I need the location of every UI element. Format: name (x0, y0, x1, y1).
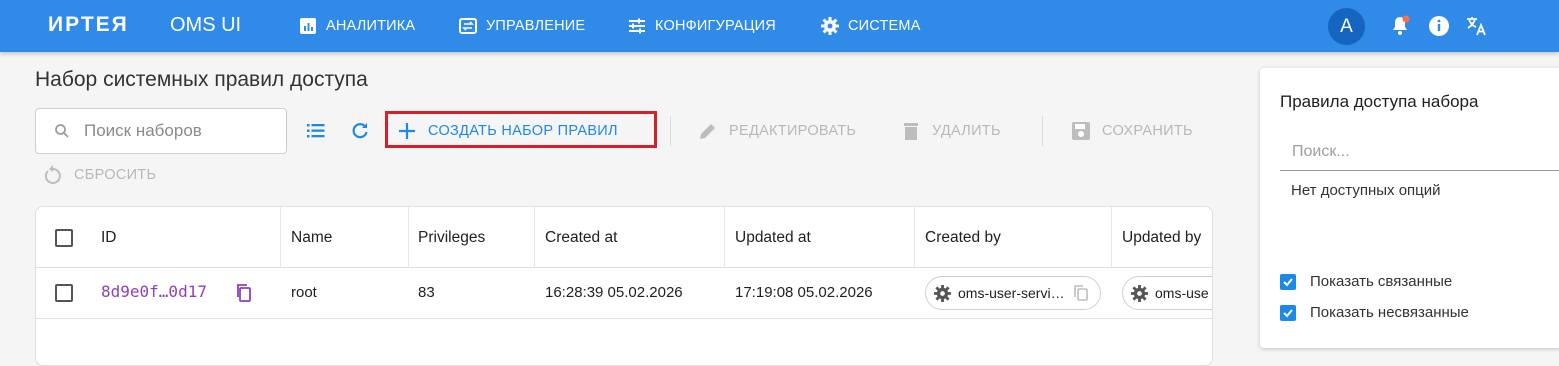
empty-options-text: Нет доступных опций (1291, 182, 1441, 199)
copy-icon[interactable] (1073, 284, 1089, 302)
column-header-created-at[interactable]: Created at (545, 229, 617, 247)
nav-system-label: СИСТЕМА (848, 18, 921, 34)
rulesets-table: ID Name Privileges Created at Updated at… (35, 206, 1213, 366)
reset-icon (44, 165, 61, 184)
toolbar-divider (1042, 116, 1043, 146)
save-label: СОХРАНИТЬ (1102, 123, 1193, 139)
app-name: OMS UI (170, 14, 242, 36)
checkbox-checked-icon[interactable] (1280, 304, 1296, 321)
nav-system[interactable]: СИСТЕМА (820, 0, 921, 52)
column-header-privileges[interactable]: Privileges (418, 229, 485, 247)
nav-analytics[interactable]: АНАЛИТИКА (298, 0, 415, 52)
show-linked-label: Показать связанные (1310, 273, 1453, 290)
user-avatar[interactable]: A (1328, 8, 1365, 45)
column-header-id[interactable]: ID (101, 229, 117, 247)
panel-title: Правила доступа набора (1280, 92, 1479, 111)
edit-button[interactable]: РЕДАКТИРОВАТЬ (697, 118, 856, 144)
gear-icon (933, 284, 952, 302)
refresh-icon[interactable] (348, 119, 372, 143)
plus-icon (399, 123, 415, 139)
page-title: Набор системных правил доступа (35, 68, 368, 91)
panel-search-underline (1280, 170, 1559, 171)
search-icon (55, 124, 69, 138)
toolbar-divider (670, 116, 671, 146)
header-divider (36, 267, 1212, 268)
column-separator (408, 207, 409, 267)
row-created-at: 16:28:39 05.02.2026 (545, 284, 683, 301)
row-name: root (291, 284, 317, 301)
delete-button[interactable]: УДАЛИТЬ (900, 118, 1001, 144)
translate-icon[interactable] (1464, 14, 1488, 38)
show-unlinked-toggle[interactable]: Показать несвязанные (1280, 304, 1469, 321)
row-updated-at: 17:19:08 05.02.2026 (735, 284, 873, 301)
column-separator (914, 207, 915, 267)
info-icon[interactable] (1427, 14, 1451, 38)
row-id: 8d9e0f…0d17 (101, 282, 207, 301)
create-ruleset-button[interactable]: СОЗДАТЬ НАБОР ПРАВИЛ (396, 118, 618, 144)
edit-label: РЕДАКТИРОВАТЬ (729, 123, 857, 139)
save-icon (1072, 122, 1090, 140)
list-view-icon[interactable] (304, 119, 328, 143)
gear-icon (1130, 284, 1149, 302)
row-checkbox[interactable] (55, 284, 73, 302)
top-app-bar: ИРТЕЯ OMS UI АНАЛИТИКА УПРАВЛЕНИЕ КОНФИГ… (0, 0, 1559, 52)
delete-label: УДАЛИТЬ (932, 123, 1001, 139)
show-unlinked-label: Показать несвязанные (1310, 304, 1469, 321)
column-separator (280, 207, 281, 267)
swap-icon (459, 18, 477, 34)
created-by-chip[interactable]: oms-user-servi… (925, 276, 1101, 310)
search-input[interactable] (84, 119, 274, 143)
nav-configuration[interactable]: КОНФИГУРАЦИЯ (627, 0, 776, 52)
checkbox-checked-icon[interactable] (1280, 273, 1296, 290)
select-all-checkbox[interactable] (55, 229, 73, 247)
pencil-icon (700, 124, 715, 139)
created-by-label: oms-user-servi… (958, 285, 1065, 301)
bell-icon[interactable] (1388, 14, 1412, 38)
updated-by-chip[interactable]: oms-use (1122, 276, 1212, 310)
nav-configuration-label: КОНФИГУРАЦИЯ (655, 18, 776, 34)
create-ruleset-label: СОЗДАТЬ НАБОР ПРАВИЛ (428, 123, 618, 139)
row-divider (36, 318, 1212, 319)
show-linked-toggle[interactable]: Показать связанные (1280, 273, 1452, 290)
sliders-icon (629, 18, 645, 34)
column-header-updated-at[interactable]: Updated at (735, 229, 811, 247)
chart-icon (300, 18, 316, 34)
search-field[interactable] (35, 108, 287, 154)
ruleset-privileges-panel: Правила доступа набора Поиск... Нет дост… (1260, 68, 1559, 348)
column-separator (724, 207, 725, 267)
nav-management-label: УПРАВЛЕНИЕ (486, 18, 586, 34)
column-separator (1111, 207, 1112, 267)
column-separator (534, 207, 535, 267)
reset-button[interactable]: СБРОСИТЬ (42, 162, 156, 188)
copy-icon[interactable] (235, 283, 253, 303)
column-header-name[interactable]: Name (291, 229, 332, 247)
panel-search-input[interactable]: Поиск... (1292, 143, 1559, 161)
nav-analytics-label: АНАЛИТИКА (326, 18, 416, 34)
brand-logo[interactable]: ИРТЕЯ (48, 13, 129, 37)
column-header-updated-by[interactable]: Updated by (1122, 229, 1201, 247)
trash-icon (904, 123, 918, 140)
updated-by-label: oms-use (1155, 285, 1209, 301)
column-header-created-by[interactable]: Created by (925, 229, 1001, 247)
reset-label: СБРОСИТЬ (74, 167, 157, 183)
nav-management[interactable]: УПРАВЛЕНИЕ (458, 0, 585, 52)
row-privileges: 83 (418, 284, 435, 301)
save-button[interactable]: СОХРАНИТЬ (1070, 118, 1193, 144)
gear-icon (821, 17, 839, 35)
